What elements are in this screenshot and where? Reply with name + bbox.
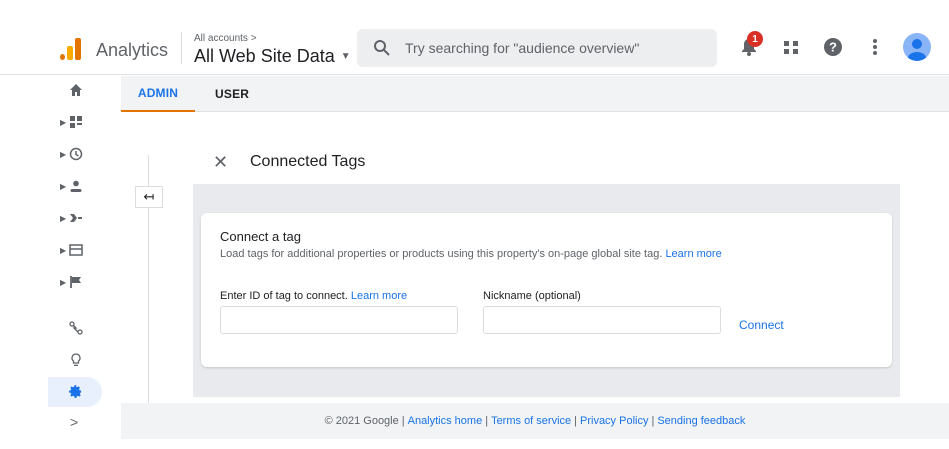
nav-item-conversions[interactable]: ▶ <box>0 268 121 296</box>
top-header: Analytics All accounts > All Web Site Da… <box>0 0 949 75</box>
nav-item-admin[interactable] <box>48 377 102 407</box>
footer-link-terms[interactable]: Terms of service <box>491 415 571 427</box>
account-avatar[interactable] <box>903 33 931 61</box>
connect-tag-card: Connect a tag Load tags for additional p… <box>201 213 892 367</box>
admin-tabs: ADMIN USER <box>121 76 949 112</box>
card-description-text: Load tags for additional properties or p… <box>220 248 663 260</box>
footer-link-privacy[interactable]: Privacy Policy <box>580 415 648 427</box>
nickname-input[interactable] <box>483 306 721 334</box>
nav-item-customization[interactable]: ▶ <box>0 108 121 136</box>
nav-item-discover[interactable] <box>0 346 121 374</box>
learn-more-link[interactable]: Learn more <box>665 248 721 260</box>
caret-down-icon: ▼ <box>340 51 351 62</box>
panel-title: Connected Tags <box>250 153 366 170</box>
card-title: Connect a tag <box>220 229 301 244</box>
dashboard-icon <box>68 114 84 130</box>
footer-link-feedback[interactable]: Sending feedback <box>657 415 745 427</box>
tag-id-input[interactable] <box>220 306 458 334</box>
expand-arrow-icon: ▶ <box>60 277 67 287</box>
header-actions: 1 ? <box>735 31 931 61</box>
more-vert-icon[interactable] <box>861 33 889 61</box>
lightbulb-icon <box>68 352 84 368</box>
nav-item-attribution[interactable] <box>0 314 121 342</box>
property-view-selector[interactable]: All Web Site Data ▼ <box>194 46 351 67</box>
bell-icon[interactable]: 1 <box>735 31 763 61</box>
expand-nav-button[interactable]: > <box>70 414 78 430</box>
footer-link-analytics-home[interactable]: Analytics home <box>408 415 483 427</box>
expand-arrow-icon: ▶ <box>60 245 67 255</box>
tab-admin[interactable]: ADMIN <box>121 76 195 112</box>
expand-arrow-icon: ▶ <box>60 181 67 191</box>
search-placeholder: Try searching for "audience overview" <box>405 40 640 56</box>
connect-button[interactable]: Connect <box>739 318 784 332</box>
tag-id-label-text: Enter ID of tag to connect. <box>220 290 348 302</box>
expand-arrow-icon: ▶ <box>60 149 67 159</box>
footer-copyright: © 2021 Google <box>324 415 399 427</box>
close-icon[interactable]: ✕ <box>213 152 228 173</box>
card-description: Load tags for additional properties or p… <box>220 248 722 260</box>
expand-arrow-icon: ▶ <box>60 213 67 223</box>
nav-item-home[interactable] <box>0 76 121 104</box>
gear-icon <box>68 384 83 404</box>
expand-arrow-icon: ▶ <box>60 117 67 127</box>
person-icon <box>68 178 84 194</box>
search-icon <box>373 39 391 57</box>
notification-badge: 1 <box>747 31 763 47</box>
back-arrow-icon[interactable]: ↤ <box>135 186 163 208</box>
nav-item-realtime[interactable]: ▶ <box>0 140 121 168</box>
search-bar[interactable]: Try searching for "audience overview" <box>357 29 717 67</box>
clock-icon <box>68 146 84 162</box>
nav-item-audience[interactable]: ▶ <box>0 172 121 200</box>
tab-user[interactable]: USER <box>215 76 249 112</box>
nav-item-behavior[interactable]: ▶ <box>0 236 121 264</box>
tag-id-learn-more-link[interactable]: Learn more <box>351 290 407 302</box>
behavior-icon <box>68 242 84 258</box>
svg-text:?: ? <box>829 40 837 55</box>
help-icon[interactable]: ? <box>819 33 847 61</box>
account-breadcrumb[interactable]: All accounts > <box>194 33 257 44</box>
property-view-label: All Web Site Data <box>194 46 335 66</box>
header-divider <box>181 32 182 64</box>
tag-id-label: Enter ID of tag to connect. Learn more <box>220 290 407 302</box>
footer: © 2021 Google | Analytics home | Terms o… <box>121 403 949 439</box>
nickname-label: Nickname (optional) <box>483 290 581 302</box>
analytics-logo-icon[interactable] <box>60 36 82 60</box>
app-name: Analytics <box>96 40 169 60</box>
home-icon <box>68 82 84 98</box>
attribution-icon <box>68 320 84 336</box>
acquisition-icon <box>68 210 84 226</box>
flag-icon <box>68 274 84 290</box>
apps-grid-icon[interactable] <box>777 33 805 61</box>
nav-item-acquisition[interactable]: ▶ <box>0 204 121 232</box>
